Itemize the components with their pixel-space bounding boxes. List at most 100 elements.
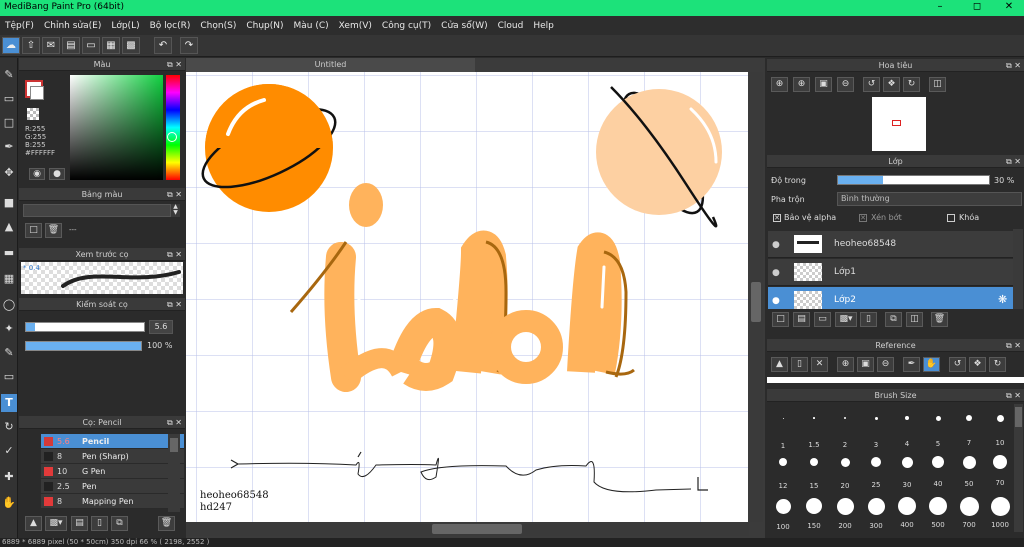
- brush-size-option[interactable]: 70: [985, 451, 1015, 487]
- panel-close-icon[interactable]: ⧉ ✕: [167, 58, 182, 71]
- menu-help[interactable]: Help: [528, 21, 559, 31]
- layer-settings-icon[interactable]: ❋: [998, 293, 1007, 306]
- reference-zoom-out-icon[interactable]: ⊖: [877, 357, 894, 372]
- brush-size-option[interactable]: 4: [892, 407, 922, 448]
- brush-size-option[interactable]: 1000: [985, 495, 1015, 529]
- reference-rotate-left-icon[interactable]: ↺: [949, 357, 966, 372]
- eyedropper-icon[interactable]: ✓: [1, 442, 17, 460]
- text-tool-icon[interactable]: T: [1, 394, 17, 412]
- palette-list[interactable]: [23, 204, 171, 217]
- cloud-icon[interactable]: ☁: [2, 37, 20, 54]
- drawing-canvas[interactable]: heoheo68548 hd247: [186, 72, 748, 522]
- palette-close-icon[interactable]: ⧉ ✕: [167, 188, 182, 201]
- move-tool-icon[interactable]: ✥: [1, 164, 17, 182]
- menu-view[interactable]: Xem(V): [334, 21, 377, 31]
- background-color-swatch[interactable]: [30, 86, 44, 100]
- select-tool-icon[interactable]: ▦: [1, 270, 17, 288]
- brush-size-slider[interactable]: [25, 322, 145, 332]
- palette-scroll-icon[interactable]: ▲ ▼: [171, 204, 180, 217]
- menu-filter[interactable]: Bộ lọc(R): [145, 21, 196, 31]
- reference-fit-icon[interactable]: ▣: [857, 357, 874, 372]
- fill-rect-icon[interactable]: ■: [1, 194, 17, 212]
- navigator-close-icon[interactable]: ⧉ ✕: [1006, 59, 1021, 72]
- menu-snap[interactable]: Chụp(N): [241, 21, 288, 31]
- redo-icon[interactable]: ↷: [180, 37, 198, 54]
- brush-size-option[interactable]: 3: [861, 407, 891, 449]
- share-icon[interactable]: ⇧: [22, 37, 40, 54]
- brush-size-option[interactable]: 5: [923, 407, 953, 448]
- add-brush-icon[interactable]: ▲: [25, 516, 42, 531]
- rotate-right-icon[interactable]: ↻: [903, 77, 920, 92]
- brush-size-option[interactable]: 30: [892, 451, 922, 489]
- brush-size-option[interactable]: 1.5: [799, 407, 829, 449]
- duplicate-brush-icon[interactable]: ⧉: [111, 516, 128, 531]
- menu-edit[interactable]: Chỉnh sửa(E): [39, 21, 106, 31]
- add-brush-menu-icon[interactable]: ▩▾: [45, 516, 67, 531]
- message-icon[interactable]: ▤: [62, 37, 80, 54]
- magic-wand-icon[interactable]: ✦: [1, 320, 17, 338]
- menu-select[interactable]: Chọn(S): [195, 21, 241, 31]
- brush-size-option[interactable]: 100: [768, 495, 798, 531]
- palette-mode-icon[interactable]: ◉: [29, 168, 45, 180]
- reference-hand-icon[interactable]: ✋: [923, 357, 940, 372]
- menu-layer[interactable]: Lớp(L): [106, 21, 144, 31]
- hue-handle[interactable]: [167, 132, 177, 142]
- layer-list-scrollbar[interactable]: [1013, 229, 1023, 309]
- comic-icon[interactable]: ▩: [122, 37, 140, 54]
- hand-tool-icon[interactable]: ✋: [1, 494, 17, 512]
- brush-size-option[interactable]: 40: [923, 451, 953, 488]
- reset-rotation-icon[interactable]: ❖: [883, 77, 900, 92]
- navigator-thumbnail[interactable]: [872, 97, 926, 151]
- comment-icon[interactable]: ✉: [42, 37, 60, 54]
- new-layer-8bit-icon[interactable]: ▤: [793, 312, 810, 327]
- flip-icon[interactable]: ◫: [929, 77, 946, 92]
- brush-size-option[interactable]: 500: [923, 495, 953, 529]
- brush-list-item[interactable]: 8 Mapping Pen: [41, 494, 184, 509]
- brush-list-item[interactable]: 10 G Pen: [41, 464, 184, 479]
- brush-size-option[interactable]: 10: [985, 407, 1015, 447]
- clipping-checkbox[interactable]: ✕: [859, 214, 867, 222]
- brush-list-close-icon[interactable]: ⧉ ✕: [167, 416, 182, 429]
- visibility-icon[interactable]: ●: [772, 268, 780, 278]
- merge-layer-icon[interactable]: ◫: [906, 312, 923, 327]
- delete-brush-icon[interactable]: 🗑: [158, 516, 175, 531]
- pen-tool-icon[interactable]: ✒: [1, 138, 17, 156]
- duplicate-layer-icon[interactable]: ⧉: [885, 312, 902, 327]
- brush-size-option[interactable]: 15: [799, 451, 829, 490]
- reference-open-folder-icon[interactable]: ▯: [791, 357, 808, 372]
- brush-size-option[interactable]: 150: [799, 495, 829, 530]
- protect-alpha-checkbox[interactable]: ✕: [773, 214, 781, 222]
- menu-window[interactable]: Cửa sổ(W): [436, 21, 492, 31]
- document-tab[interactable]: Untitled: [186, 58, 475, 72]
- zoom-in-alt-icon[interactable]: ⊕: [793, 77, 810, 92]
- color-mix-icon[interactable]: ●: [49, 168, 65, 180]
- saturation-value-picker[interactable]: [70, 75, 163, 180]
- layer-panel-close-icon[interactable]: ⧉ ✕: [1006, 155, 1021, 168]
- reference-reset-icon[interactable]: ❖: [969, 357, 986, 372]
- undo-icon[interactable]: ↶: [154, 37, 172, 54]
- brush-size-value[interactable]: 5.6: [149, 320, 173, 334]
- visibility-icon[interactable]: ●: [772, 240, 780, 250]
- lasso-tool-icon[interactable]: ◯: [1, 296, 17, 314]
- zoom-out-icon[interactable]: ⊖: [837, 77, 854, 92]
- brush-list-item[interactable]: 5.6Pencil✹: [41, 434, 184, 449]
- layer-row-selected[interactable]: ● Lớp2 ❋: [768, 287, 1013, 309]
- fit-window-icon[interactable]: ▣: [815, 77, 832, 92]
- divide-tool-icon[interactable]: ✚: [1, 468, 17, 486]
- rotate-left-icon[interactable]: ↺: [863, 77, 880, 92]
- rect-tool-icon[interactable]: □: [1, 114, 17, 132]
- blend-mode-select[interactable]: Bình thường: [837, 192, 1022, 206]
- brush-size-option[interactable]: 50: [954, 451, 984, 488]
- delete-layer-icon[interactable]: 🗑: [931, 312, 948, 327]
- gradient-tool-icon[interactable]: ▬: [1, 244, 17, 262]
- zoom-in-icon[interactable]: ⊕: [771, 77, 788, 92]
- brush-size-option[interactable]: 2: [830, 407, 860, 449]
- grid-icon[interactable]: ▦: [102, 37, 120, 54]
- brush-opacity-slider[interactable]: [25, 341, 142, 351]
- close-icon[interactable]: ✕: [994, 1, 1024, 12]
- brush-size-option[interactable]: 7: [954, 407, 984, 447]
- brush-size-option[interactable]: 12: [768, 451, 798, 490]
- layer-row[interactable]: ● heoheo68548: [768, 231, 1013, 258]
- menu-color[interactable]: Màu (C): [289, 21, 334, 31]
- brush-list-item[interactable]: 2.5 Pen: [41, 479, 184, 494]
